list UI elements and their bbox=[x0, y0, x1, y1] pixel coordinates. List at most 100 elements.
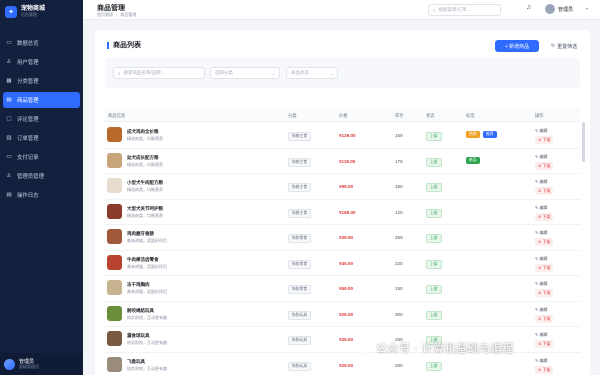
product-desc: 结实耐咬，互动更有趣 bbox=[127, 340, 167, 345]
header-avatar[interactable] bbox=[545, 4, 555, 14]
edit-button[interactable]: ✎ 编辑 bbox=[535, 205, 547, 211]
product-thumbnail bbox=[107, 305, 122, 321]
sidebar-user[interactable]: 管理员 超级管理员 bbox=[0, 353, 83, 375]
scrollbar[interactable] bbox=[582, 122, 585, 162]
offline-button[interactable]: ⊘ 下架 bbox=[535, 136, 554, 144]
offline-icon: ⊘ bbox=[538, 213, 542, 219]
filter-bar: ⌕ 搜索商品名称/品牌… 选择分类 ⌄ 商品状态 ⌄ bbox=[105, 58, 580, 88]
category-select[interactable]: 选择分类 ⌄ bbox=[210, 67, 280, 79]
edit-button[interactable]: ✎ 编辑 bbox=[535, 256, 547, 262]
column-header[interactable]: 分类 bbox=[288, 113, 297, 119]
product-name[interactable]: 鸡肉磨牙香肠 bbox=[127, 231, 154, 237]
offline-button[interactable]: ⊘ 下架 bbox=[535, 314, 554, 323]
product-name[interactable]: 飞盘玩具 bbox=[127, 359, 145, 365]
offline-button[interactable]: ⊘ 下架 bbox=[535, 187, 554, 195]
sidebar-item[interactable]: ♙ 用户管理 bbox=[3, 54, 80, 70]
status-badge: 上架 bbox=[426, 361, 442, 371]
product-name[interactable]: 小型犬牛肉配方粮 bbox=[127, 180, 163, 186]
offline-button[interactable]: ⊘ 下架 bbox=[535, 289, 554, 297]
sidebar-item[interactable]: ▭ 数据总览 bbox=[3, 35, 80, 51]
sidebar-item-label: 评论管理 bbox=[17, 117, 39, 123]
offline-icon: ⊘ bbox=[538, 162, 542, 168]
product-thumbnail bbox=[107, 254, 122, 270]
offline-label: 下架 bbox=[542, 366, 551, 372]
reset-filter-button[interactable]: ↻ 重置筛选 bbox=[546, 40, 582, 52]
table-row[interactable]: 牛肉棒洁齿零食 美味诱猫，奖励好伴侣 狗狗零食 ¥45.00 220 上架 ✎ 编辑 ⊘ 下架 bbox=[105, 251, 580, 276]
sidebar-item[interactable]: ♙ 管理员管理 bbox=[3, 168, 80, 184]
stock: 160 bbox=[395, 184, 403, 189]
product-name[interactable]: 漏食球玩具 bbox=[127, 333, 150, 339]
table-row[interactable]: 成犬鸡肉全价粮 精选肉类，均衡营养 狗粮主食 ¥129.00 159 上架 热销 推荐 ✎ 编辑… bbox=[105, 123, 580, 149]
offline-button[interactable]: ⊘ 下架 bbox=[535, 340, 554, 348]
product-name[interactable]: 牛肉棒洁齿零食 bbox=[127, 257, 159, 263]
sidebar-item[interactable]: ▢ 评论管理 bbox=[3, 111, 80, 127]
offline-button[interactable]: ⊘ 下架 bbox=[535, 161, 554, 170]
offline-button[interactable]: ⊘ 下架 bbox=[535, 263, 554, 272]
edit-button[interactable]: ✎ 编辑 bbox=[535, 154, 547, 160]
offline-label: 下架 bbox=[542, 213, 551, 219]
edit-button[interactable]: ✎ 编辑 bbox=[535, 179, 547, 185]
offline-button[interactable]: ⊘ 下架 bbox=[535, 365, 554, 374]
edit-button[interactable]: ✎ 编辑 bbox=[535, 307, 547, 313]
product-name[interactable]: 大型犬关节呵护粮 bbox=[127, 206, 163, 212]
column-header[interactable]: 状态 bbox=[426, 113, 435, 119]
table-row[interactable]: 冻干鸡胸肉 美味诱猫，奖励好伴侣 狗狗零食 ¥59.00 150 上架 ✎ 编辑 ⊘ 下架 bbox=[105, 276, 580, 302]
tag-badge: 推荐 bbox=[483, 131, 497, 138]
add-product-button[interactable]: + 新增商品 bbox=[495, 40, 539, 52]
product-name[interactable]: 冻干鸡胸肉 bbox=[127, 282, 150, 288]
edit-label: 编辑 bbox=[539, 281, 548, 286]
column-header[interactable]: 价格 bbox=[339, 113, 348, 119]
offline-label: 下架 bbox=[542, 341, 551, 346]
product-name[interactable]: 幼犬成长配方粮 bbox=[127, 155, 159, 161]
brand-logo-icon: ✦ bbox=[5, 6, 17, 18]
sidebar-item[interactable]: ▦ 分类管理 bbox=[3, 73, 80, 89]
edit-icon: ✎ bbox=[535, 230, 539, 235]
table-row[interactable]: 小型犬牛肉配方粮 精选肉类，均衡营养 狗粮主食 ¥99.00 160 上架 ✎ 编辑 ⊘ 下架 bbox=[105, 174, 580, 200]
column-header[interactable]: 库存 bbox=[395, 113, 404, 119]
status-select[interactable]: 商品状态 ⌄ bbox=[286, 67, 338, 79]
edit-icon: ✎ bbox=[535, 357, 539, 363]
sidebar-item[interactable]: ▥ 订单管理 bbox=[3, 130, 80, 146]
product-name[interactable]: 成犬鸡肉全价粮 bbox=[127, 129, 159, 135]
sidebar-item[interactable]: ▤ 操作日志 bbox=[3, 187, 80, 203]
stock: 175 bbox=[395, 158, 403, 164]
product-desc: 美味诱猫，奖励好伴侣 bbox=[127, 263, 167, 269]
bell-icon[interactable]: ♫ bbox=[526, 4, 531, 11]
category-badge: 狗狗玩具 bbox=[288, 336, 312, 345]
column-header[interactable]: 商品信息 bbox=[108, 113, 125, 119]
card-title: 商品列表 bbox=[107, 42, 141, 49]
status-badge: 上架 bbox=[426, 132, 442, 141]
edit-button[interactable]: ✎ 编辑 bbox=[535, 358, 547, 364]
chevron-down-icon[interactable]: ▾ bbox=[586, 6, 588, 11]
header-search-input[interactable]: ⌕ 搜索菜单/订单… bbox=[428, 4, 501, 16]
header-user-name[interactable]: 管理员 bbox=[558, 6, 573, 13]
product-name[interactable]: 耐咬绳结玩具 bbox=[127, 308, 154, 314]
status-badge: 上架 bbox=[426, 183, 442, 192]
column-header[interactable]: 标签 bbox=[466, 113, 475, 119]
table-row[interactable]: 鸡肉磨牙香肠 美味诱猫，奖励好伴侣 狗狗零食 ¥39.90 259 上架 ✎ 编辑 ⊘ 下架 bbox=[105, 225, 580, 251]
price: ¥26.00 bbox=[339, 311, 354, 317]
breadcrumb-current: 商品管理 bbox=[120, 12, 137, 17]
sidebar-item[interactable]: ▤ 商品管理 bbox=[3, 92, 80, 108]
offline-button[interactable]: ⊘ 下架 bbox=[535, 212, 554, 221]
category-badge: 狗粮主食 bbox=[288, 132, 312, 141]
status-badge: 上架 bbox=[426, 310, 442, 320]
offline-button[interactable]: ⊘ 下架 bbox=[535, 238, 554, 246]
stock: 150 bbox=[395, 286, 403, 291]
column-header[interactable]: 操作 bbox=[535, 113, 544, 119]
table-row[interactable]: 大型犬关节呵护粮 精选肉类，均衡营养 狗粮主食 ¥168.00 120 上架 ✎ 编辑 ⊘ 下… bbox=[105, 200, 580, 225]
nav-icon: ▤ bbox=[6, 192, 12, 198]
sidebar-item[interactable]: ▭ 支付记录 bbox=[3, 149, 80, 165]
status-badge: 上架 bbox=[426, 208, 442, 218]
nav-icon: ♙ bbox=[6, 59, 12, 65]
edit-button[interactable]: ✎ 编辑 bbox=[535, 128, 547, 134]
product-search-input[interactable]: ⌕ 搜索商品名称/品牌… bbox=[113, 67, 205, 79]
edit-button[interactable]: ✎ 编辑 bbox=[535, 230, 547, 236]
table-row[interactable]: 耐咬绳结玩具 结实耐咬，互动更有趣 狗狗玩具 ¥26.00 300 上架 ✎ 编辑 ⊘ 下架 bbox=[105, 302, 580, 327]
edit-button[interactable]: ✎ 编辑 bbox=[535, 332, 547, 338]
brand[interactable]: ✦ 宠物商城 后台管理 bbox=[0, 0, 83, 24]
edit-button[interactable]: ✎ 编辑 bbox=[535, 281, 547, 287]
product-search-placeholder: 搜索商品名称/品牌… bbox=[123, 70, 166, 75]
table-row[interactable]: 幼犬成长配方粮 精选肉类，均衡营养 狗粮主食 ¥118.00 175 上架 新品 ✎ 编辑 ⊘ … bbox=[105, 149, 580, 174]
breadcrumb-home[interactable]: 首页管理 bbox=[97, 12, 113, 17]
